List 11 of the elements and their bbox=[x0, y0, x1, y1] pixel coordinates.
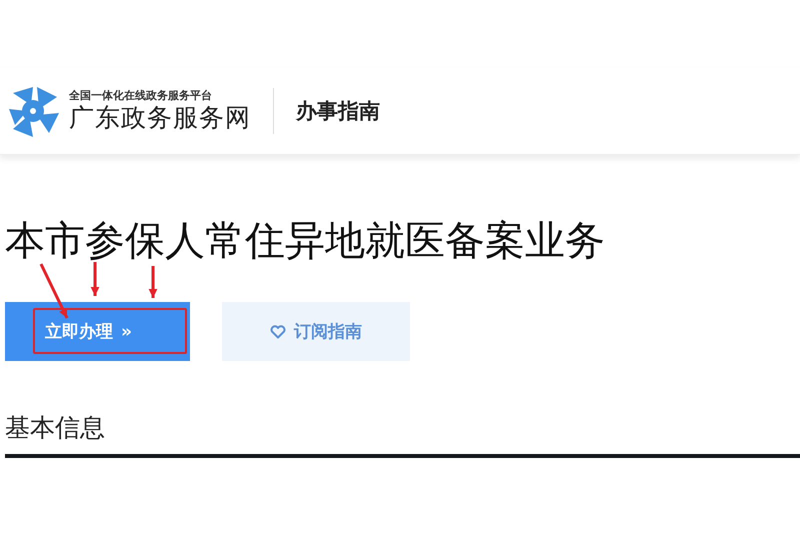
apply-button[interactable]: 立即办理 » bbox=[5, 302, 190, 361]
annotation-arrow bbox=[148, 266, 158, 298]
site-name: 广东政务服务网 bbox=[69, 103, 251, 133]
section-heading: 基本信息 bbox=[5, 412, 106, 444]
annotation-arrow bbox=[90, 262, 100, 296]
subscribe-button[interactable]: 订阅指南 bbox=[222, 302, 410, 361]
page-title: 本市参保人常住异地就医备案业务 bbox=[5, 217, 606, 266]
annotation-arrow bbox=[40, 263, 68, 319]
section-title: 办事指南 bbox=[296, 98, 380, 125]
heart-icon bbox=[270, 324, 286, 338]
logo-tagline: 全国一体化在线政务服务平台 bbox=[69, 89, 213, 103]
